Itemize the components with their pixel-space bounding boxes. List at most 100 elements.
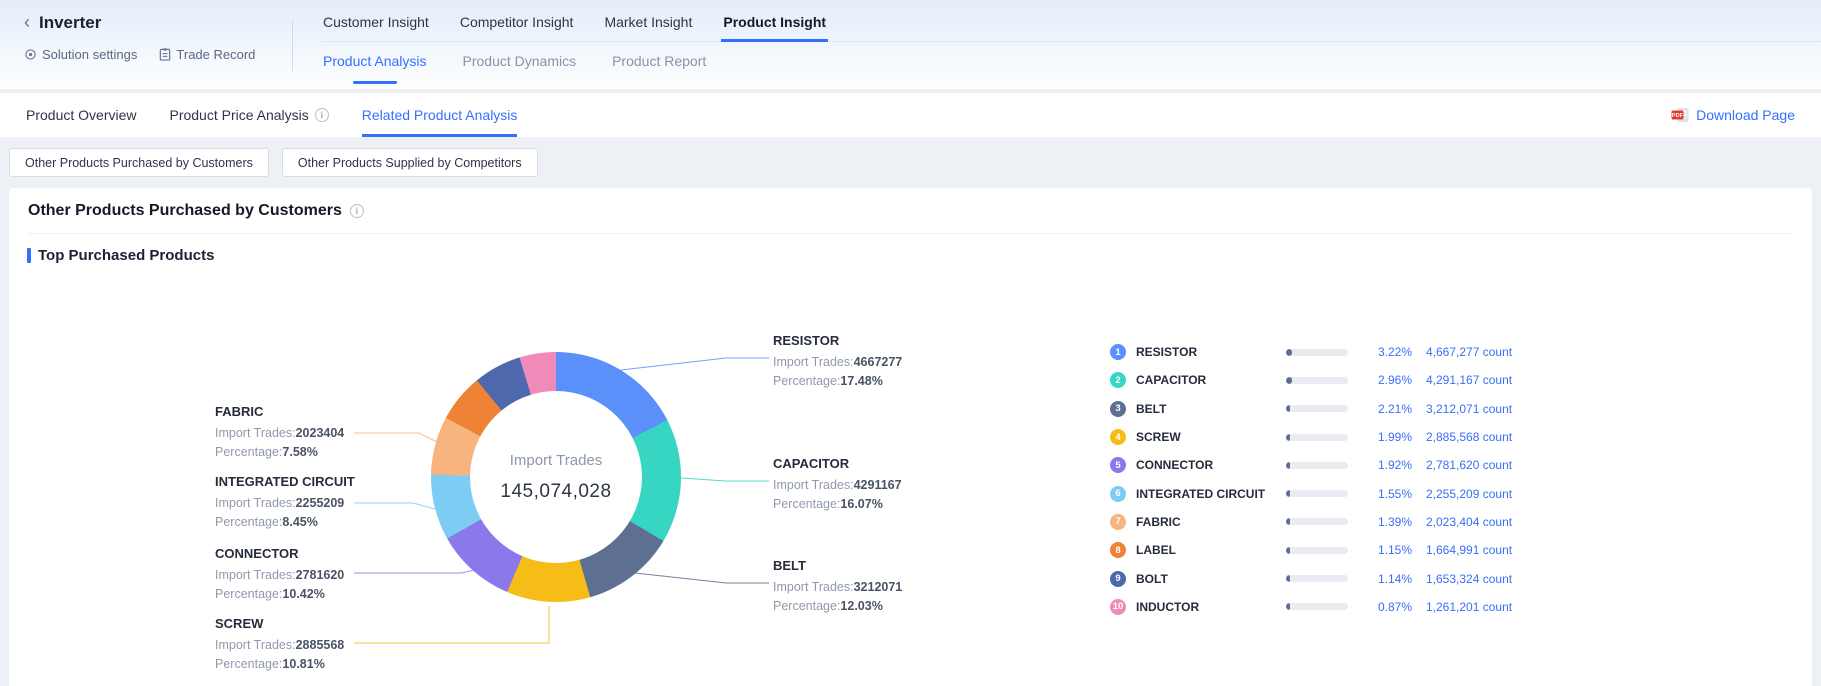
callout-percentage-line: Percentage:16.07% — [773, 495, 902, 514]
rank-badge: 5 — [1110, 457, 1126, 473]
rank-badge: 1 — [1110, 344, 1126, 360]
donut-chart[interactable]: Import Trades 145,074,028 — [431, 352, 681, 602]
callout-capacitor: CAPACITOR Import Trades:4291167 Percenta… — [773, 455, 902, 514]
callout-name: BELT — [773, 557, 902, 575]
leader-line-integrated-circuit — [354, 503, 435, 509]
info-icon[interactable]: i — [315, 108, 329, 122]
share-bar-fill — [1286, 462, 1290, 469]
share-percentage: 3.22% — [1358, 345, 1412, 359]
solution-settings-link[interactable]: Solution settings — [24, 47, 137, 62]
callout-connector: CONNECTOR Import Trades:2781620 Percenta… — [215, 545, 344, 604]
legend-row-screw: 4SCREW1.99%2,885,568 count — [1110, 423, 1562, 451]
share-bar-fill — [1286, 575, 1290, 582]
subsection-title: Top Purchased Products — [38, 247, 214, 264]
gear-icon — [24, 48, 37, 61]
callout-name: SCREW — [215, 615, 344, 633]
callout-percentage-line: Percentage:12.03% — [773, 597, 902, 616]
legend-row-capacitor: 2CAPACITOR2.96%4,291,167 count — [1110, 366, 1562, 394]
trade-count: 1,261,201 count — [1422, 600, 1562, 614]
callout-belt: BELT Import Trades:3212071 Percentage:12… — [773, 557, 902, 616]
callout-import-line: Import Trades:2255209 — [215, 494, 355, 513]
donut-center: Import Trades 145,074,028 — [470, 391, 642, 563]
leader-line-belt — [635, 573, 769, 583]
app-header: ‹ Inverter Solution settings Trade Recor… — [0, 0, 1821, 89]
share-percentage: 1.55% — [1358, 487, 1412, 501]
rank-badge: 2 — [1110, 372, 1126, 388]
trade-count: 3,212,071 count — [1422, 402, 1562, 416]
tab-product-price-analysis-label: Product Price Analysis — [169, 107, 308, 123]
share-bar — [1286, 518, 1348, 525]
legend-product-name: BELT — [1136, 402, 1276, 416]
tab-competitor-insight[interactable]: Competitor Insight — [458, 0, 576, 42]
rank-badge: 4 — [1110, 429, 1126, 445]
tab-product-insight[interactable]: Product Insight — [721, 0, 828, 42]
callout-percentage-line: Percentage:7.58% — [215, 443, 344, 462]
trade-record-label: Trade Record — [176, 47, 255, 62]
legend-product-name: CONNECTOR — [1136, 458, 1276, 472]
share-bar-fill — [1286, 547, 1290, 554]
legend-row-integrated-circuit: 6INTEGRATED CIRCUIT1.55%2,255,209 count — [1110, 479, 1562, 507]
share-bar-fill — [1286, 518, 1290, 525]
ranked-legend: 1RESISTOR3.22%4,667,277 count2CAPACITOR2… — [1110, 338, 1562, 621]
leader-line-resistor — [621, 358, 769, 370]
legend-product-name: FABRIC — [1136, 515, 1276, 529]
tab-product-price-analysis[interactable]: Product Price Analysis i — [169, 93, 328, 137]
legend-row-label: 8LABEL1.15%1,664,991 count — [1110, 536, 1562, 564]
callout-percentage-line: Percentage:17.48% — [773, 372, 902, 391]
share-bar — [1286, 547, 1348, 554]
tab-product-analysis[interactable]: Product Analysis — [321, 51, 429, 75]
share-percentage: 1.39% — [1358, 515, 1412, 529]
callout-import-line: Import Trades:3212071 — [773, 578, 902, 597]
filter-purchased-by-customers[interactable]: Other Products Purchased by Customers — [9, 148, 269, 177]
callout-import-line: Import Trades:4291167 — [773, 476, 902, 495]
share-bar — [1286, 434, 1348, 441]
trade-count: 1,664,991 count — [1422, 543, 1562, 557]
tab-related-product-analysis[interactable]: Related Product Analysis — [362, 93, 518, 137]
rank-badge: 8 — [1110, 542, 1126, 558]
callout-import-line: Import Trades:2023404 — [215, 424, 344, 443]
callout-name: CONNECTOR — [215, 545, 344, 563]
legend-row-bolt: 9BOLT1.14%1,653,324 count — [1110, 564, 1562, 592]
page-title: Inverter — [39, 13, 101, 33]
download-page-button[interactable]: PDF Download Page — [1671, 93, 1795, 137]
share-percentage: 1.15% — [1358, 543, 1412, 557]
tab-product-report[interactable]: Product Report — [610, 51, 708, 75]
trade-count: 4,667,277 count — [1422, 345, 1562, 359]
legend-product-name: INDUCTOR — [1136, 600, 1276, 614]
donut-center-value: 145,074,028 — [500, 481, 611, 503]
tab-market-insight[interactable]: Market Insight — [602, 0, 694, 42]
trade-count: 2,023,404 count — [1422, 515, 1562, 529]
share-bar-fill — [1286, 434, 1290, 441]
trade-record-link[interactable]: Trade Record — [159, 47, 255, 62]
leader-line-capacitor — [681, 478, 769, 481]
callout-import-line: Import Trades:2885568 — [215, 636, 344, 655]
callout-screw: SCREW Import Trades:2885568 Percentage:1… — [215, 615, 344, 674]
trade-count: 2,781,620 count — [1422, 458, 1562, 472]
leader-line-screw — [354, 606, 549, 643]
filter-supplied-by-competitors[interactable]: Other Products Supplied by Competitors — [282, 148, 538, 177]
tab-product-dynamics[interactable]: Product Dynamics — [461, 51, 579, 75]
callout-name: INTEGRATED CIRCUIT — [215, 473, 355, 491]
legend-row-resistor: 1RESISTOR3.22%4,667,277 count — [1110, 338, 1562, 366]
callout-percentage-line: Percentage:10.42% — [215, 585, 344, 604]
callout-name: CAPACITOR — [773, 455, 902, 473]
callout-integrated-circuit: INTEGRATED CIRCUIT Import Trades:2255209… — [215, 473, 355, 532]
tab-product-overview[interactable]: Product Overview — [26, 93, 136, 137]
header-tabs: Customer Insight Competitor Insight Mark… — [293, 0, 1821, 89]
filter-row: Other Products Purchased by Customers Ot… — [9, 148, 1821, 177]
rank-badge: 3 — [1110, 401, 1126, 417]
analysis-toolbar: Product Overview Product Price Analysis … — [0, 93, 1821, 137]
share-bar-fill — [1286, 405, 1290, 412]
section-info-icon[interactable]: i — [350, 204, 364, 218]
share-percentage: 1.14% — [1358, 572, 1412, 586]
tab-product-analysis-label: Product Analysis — [323, 53, 427, 69]
solution-settings-label: Solution settings — [42, 47, 137, 62]
subsection-accent-bar — [27, 248, 31, 263]
share-percentage: 1.92% — [1358, 458, 1412, 472]
share-bar — [1286, 405, 1348, 412]
share-bar-fill — [1286, 349, 1292, 356]
back-chevron-icon[interactable]: ‹ — [24, 13, 30, 31]
tab-customer-insight[interactable]: Customer Insight — [321, 0, 431, 42]
share-bar-fill — [1286, 603, 1290, 610]
callout-name: RESISTOR — [773, 332, 902, 350]
